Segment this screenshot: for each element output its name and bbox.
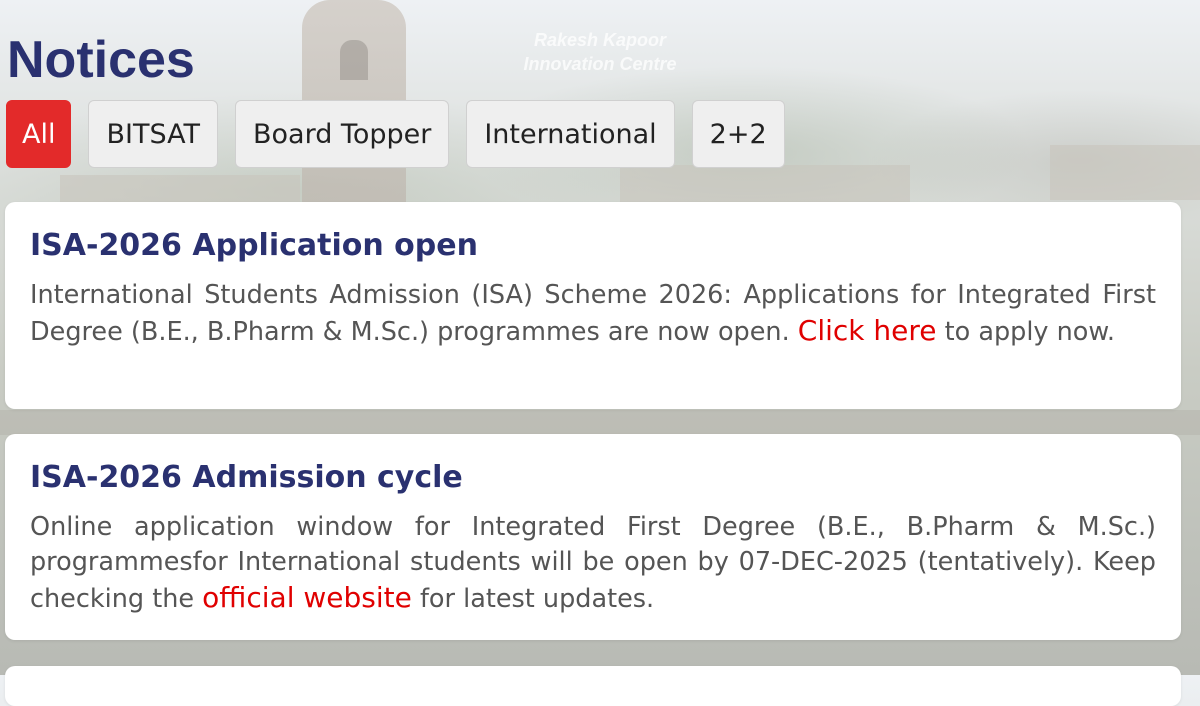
notice-body: Online application window for Integrated… [30,510,1156,617]
official-website-link[interactable]: official website [202,581,412,614]
notice-card: ISA-2026 Application open International … [5,202,1181,409]
watermark-logo: Rakesh Kapoor Innovation Centre [500,28,700,76]
watermark-line1: Rakesh Kapoor [533,30,667,50]
tab-international[interactable]: International [466,100,675,168]
tab-board-topper[interactable]: Board Topper [234,100,450,168]
notice-title: ISA-2026 Application open [30,228,478,263]
tab-bitsat[interactable]: BITSAT [88,100,218,168]
notice-card-partial [5,666,1181,706]
apply-link[interactable]: Click here [798,314,937,347]
filter-tabs: All BITSAT Board Topper International 2+… [6,100,785,168]
tab-all[interactable]: All [6,100,72,168]
notice-body: International Students Admission (ISA) S… [30,278,1156,350]
notice-text: for latest updates. [411,584,655,614]
notice-title: ISA-2026 Admission cycle [30,460,463,495]
notice-text: to apply now. [936,317,1115,347]
notice-card: ISA-2026 Admission cycle Online applicat… [5,434,1181,640]
tab-2plus2[interactable]: 2+2 [691,100,785,168]
watermark-line2: Innovation Centre [523,54,677,74]
page-title: Notices [7,31,195,89]
